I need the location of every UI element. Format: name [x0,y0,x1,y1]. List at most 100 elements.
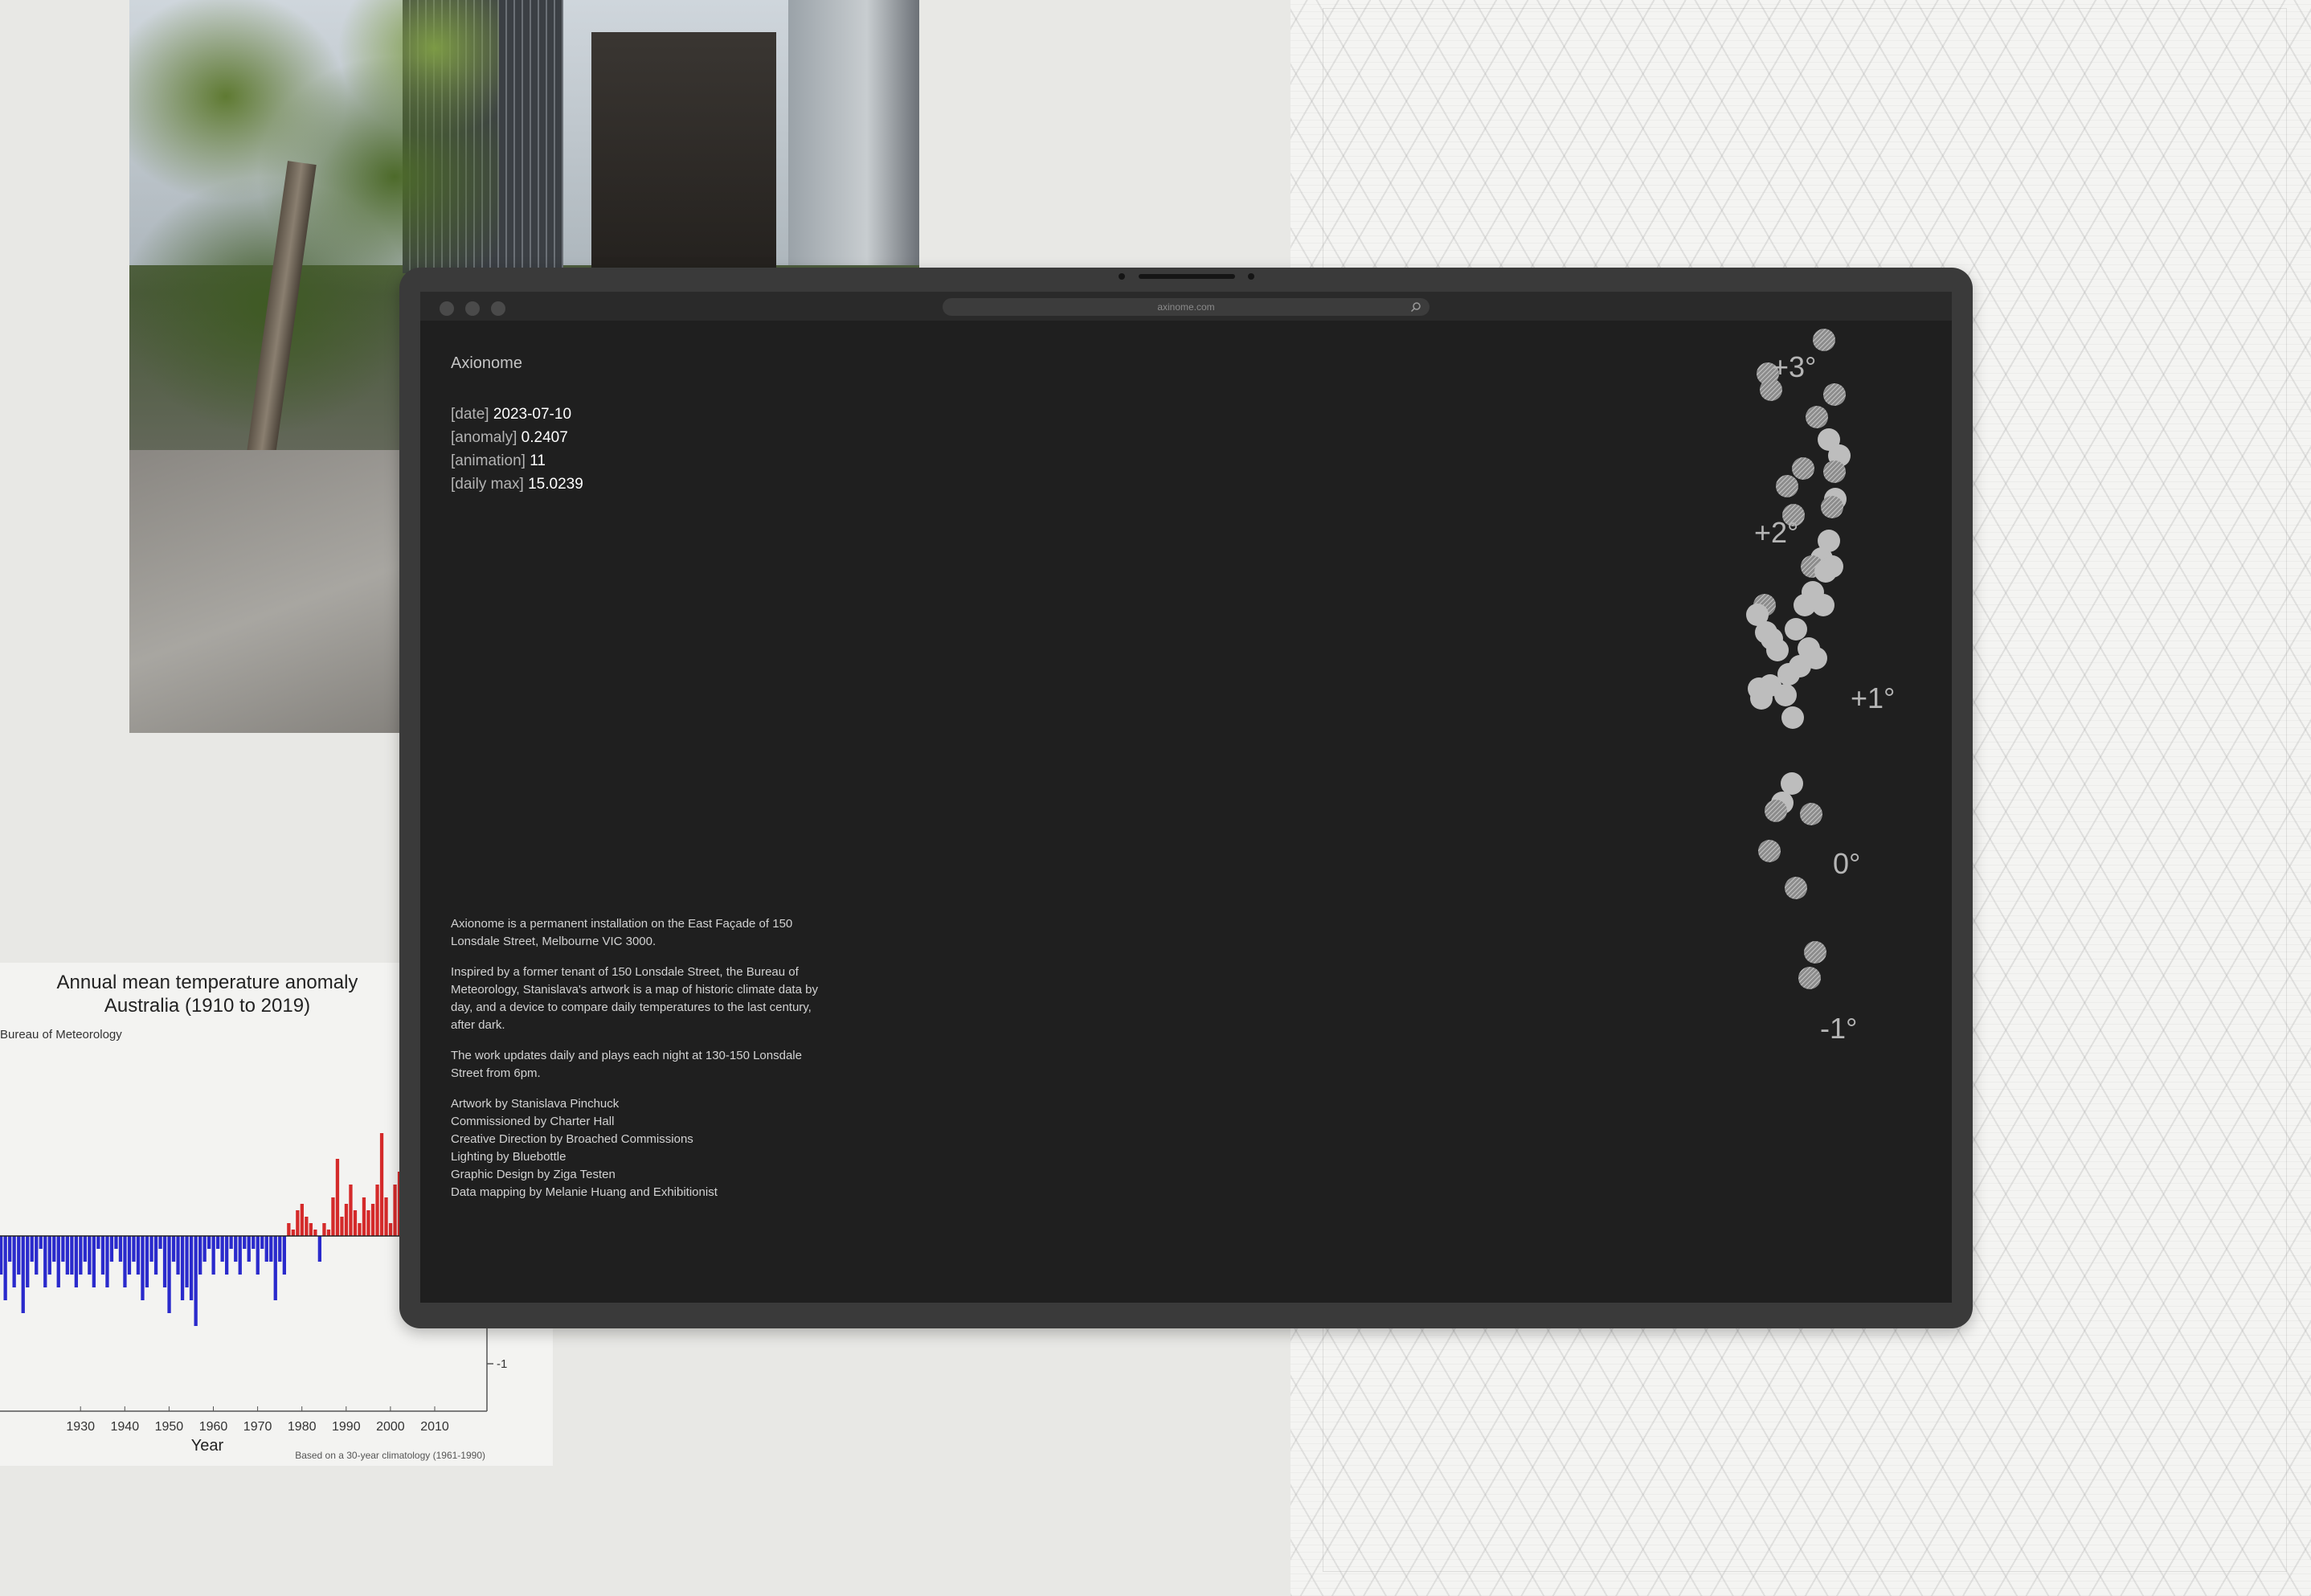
chart-bar [243,1236,247,1249]
chart-bar [291,1230,295,1236]
anomaly-dot [1821,496,1843,518]
chart-bar [340,1217,344,1236]
address-bar[interactable]: axinome.com [943,298,1430,316]
stat-date-value: 2023-07-10 [493,406,572,423]
chart-bar [65,1236,69,1275]
anomaly-dot [1806,406,1828,428]
site-title[interactable]: Axionome [451,354,522,373]
chart-bar [216,1236,220,1249]
chart-bar [353,1210,358,1236]
laptop-notch [1139,274,1235,279]
chart-bar [52,1236,56,1262]
anomaly-dot [1792,457,1814,480]
chart-bar [282,1236,286,1275]
about-section: Axionome is a permanent installation on … [451,915,828,1201]
chart-bar [39,1236,43,1249]
anomaly-dot [1823,383,1846,406]
scale-label-minus1: -1° [1820,1012,1857,1045]
anomaly-dot [1785,618,1807,640]
chart-bar [141,1236,145,1300]
chart-bar [105,1236,109,1287]
camera-dot-right [1248,273,1254,280]
window-close-button[interactable] [440,301,454,316]
chart-bar [88,1236,92,1275]
chart-title-line1: Annual mean temperature anomaly [57,972,358,993]
chart-x-tick-label: 2010 [420,1420,449,1434]
credit-line: Commissioned by Charter Hall [451,1115,615,1128]
stat-daily-max: [daily max] 15.0239 [451,473,583,496]
chart-bar [100,1236,105,1275]
chart-bar [56,1236,60,1287]
chart-bar [207,1236,211,1249]
chart-bar [313,1230,317,1236]
anomaly-dot [1785,877,1807,899]
chart-bar [114,1236,118,1249]
credit-line: Lighting by Bluebottle [451,1150,567,1164]
chart-bar [47,1236,51,1275]
credit-line: Graphic Design by Ziga Testen [451,1168,616,1181]
chart-bar [287,1223,291,1236]
anomaly-dot [1776,475,1798,497]
chart-bar [79,1236,83,1275]
chart-bar [74,1236,78,1287]
anomaly-dot [1766,639,1789,661]
scale-label-plus3: +3° [1772,350,1816,383]
chart-bar [136,1236,141,1275]
chart-bar [26,1236,30,1287]
chart-bar [118,1236,123,1262]
chart-bar [96,1236,100,1249]
chart-bar [349,1185,353,1236]
stat-anomaly-label: [anomaly] [451,429,517,446]
chart-x-tick-label: 1980 [288,1420,317,1434]
anomaly-dot [1781,772,1803,795]
chart-bar [162,1236,167,1287]
credits-list: Artwork by Stanislava Pinchuck Commissio… [451,1095,828,1201]
chart-x-label: Year [191,1437,224,1455]
anomaly-dot [1814,560,1837,583]
chart-bar [30,1236,34,1262]
chart-bar [109,1236,114,1262]
window-minimize-button[interactable] [465,301,480,316]
chart-bar [229,1236,233,1249]
anomaly-dot [1813,329,1835,351]
chart-title-line2: Australia (1910 to 2019) [104,995,310,1017]
stat-anomaly: [anomaly] 0.2407 [451,426,583,449]
search-icon[interactable] [1410,301,1421,313]
window-maximize-button[interactable] [491,301,505,316]
chart-bar [238,1236,242,1275]
chart-bar [180,1236,185,1300]
laptop-frame: axinome.com Axionome [date] 2023-07-10 [… [399,268,1973,1328]
chart-bar [0,1236,3,1275]
chart-x-tick-label: 1940 [111,1420,140,1434]
chart-bar [127,1236,132,1275]
scale-label-plus2: +2° [1754,516,1798,549]
chart-bar [220,1236,224,1262]
chart-bar [145,1236,149,1287]
chart-bar [225,1236,229,1275]
chart-x-tick-label: 1930 [66,1420,95,1434]
about-paragraph: Axionome is a permanent installation on … [451,917,793,948]
anomaly-dot [1781,706,1804,729]
chart-bar [185,1236,189,1287]
chart-bar [12,1236,16,1287]
chart-bar [362,1197,366,1236]
scale-label-zero: 0° [1833,847,1860,880]
chart-bar [388,1223,393,1236]
chart-bar [92,1236,96,1287]
chart-bar [317,1236,321,1262]
chart-bar [309,1223,313,1236]
chart-bar [331,1197,335,1236]
chart-bar [296,1210,300,1236]
anomaly-dot [1758,840,1781,862]
chart-bar [158,1236,162,1249]
anomaly-dot [1774,684,1797,706]
stat-animation: [animation] 11 [451,449,583,473]
chart-bar [17,1236,21,1275]
chart-bar [198,1236,202,1275]
anomaly-dot [1812,594,1834,616]
chart-bar [171,1236,176,1262]
chart-source: Bureau of Meteorology [0,1028,122,1041]
chart-bar [366,1210,370,1236]
chart-bar [211,1236,215,1275]
stat-animation-label: [animation] [451,452,526,469]
